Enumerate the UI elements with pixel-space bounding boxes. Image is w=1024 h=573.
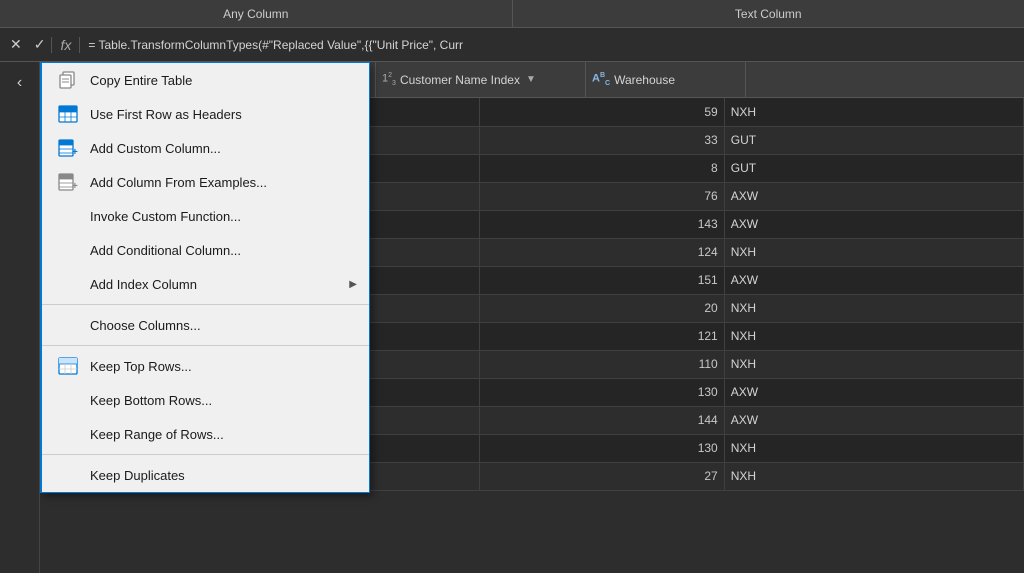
first-row-headers-label: Use First Row as Headers bbox=[90, 107, 357, 122]
warehouse-cell: GUT bbox=[724, 154, 1023, 182]
keep-range-icon bbox=[54, 424, 82, 444]
warehouse-cell: AXW bbox=[724, 182, 1023, 210]
separator-2 bbox=[42, 345, 369, 346]
keep-top-icon bbox=[54, 356, 82, 376]
warehouse-cell: NXH bbox=[724, 294, 1023, 322]
index-cell: 124 bbox=[479, 238, 724, 266]
warehouse-cell: NXH bbox=[724, 322, 1023, 350]
add-custom-col-icon: + bbox=[54, 138, 82, 158]
index-cell: 110 bbox=[479, 350, 724, 378]
index-cell: 143 bbox=[479, 210, 724, 238]
warehouse-cell: NXH bbox=[724, 462, 1023, 490]
warehouse-cell: NXH bbox=[724, 350, 1023, 378]
col-customer-name-index-label: Customer Name Index bbox=[400, 73, 520, 87]
warehouse-cell: AXW bbox=[724, 378, 1023, 406]
index-cell: 20 bbox=[479, 294, 724, 322]
col-warehouse-label: Warehouse bbox=[614, 73, 675, 87]
warehouse-cell: AXW bbox=[724, 406, 1023, 434]
menu-item-first-row-headers[interactable]: Use First Row as Headers bbox=[42, 97, 369, 131]
abc-icon-2: ABC bbox=[592, 72, 610, 87]
index-cell: 76 bbox=[479, 182, 724, 210]
add-custom-col-label: Add Custom Column... bbox=[90, 141, 357, 156]
formula-cancel-button[interactable]: ✕ bbox=[4, 28, 28, 61]
menu-item-invoke-custom-func[interactable]: Invoke Custom Function... bbox=[42, 199, 369, 233]
index-cell: 130 bbox=[479, 434, 724, 462]
add-conditional-label: Add Conditional Column... bbox=[90, 243, 357, 258]
formula-bar: ✕ ✓ fx = Table.TransformColumnTypes(#"Re… bbox=[0, 28, 1024, 62]
add-col-examples-label: Add Column From Examples... bbox=[90, 175, 357, 190]
index-cell: 130 bbox=[479, 378, 724, 406]
menu-item-keep-bottom-rows[interactable]: Keep Bottom Rows... bbox=[42, 383, 369, 417]
add-index-submenu-arrow: ▶ bbox=[349, 279, 357, 290]
123-icon: 123 bbox=[382, 72, 396, 87]
warehouse-cell: NXH bbox=[724, 238, 1023, 266]
separator-3 bbox=[42, 454, 369, 455]
menu-item-add-index-col[interactable]: Add Index Column ▶ bbox=[42, 267, 369, 301]
menu-item-keep-top-rows[interactable]: Keep Top Rows... bbox=[42, 349, 369, 383]
index-cell: 121 bbox=[479, 322, 724, 350]
first-row-headers-icon bbox=[54, 104, 82, 124]
col-warehouse[interactable]: ABC Warehouse bbox=[586, 62, 746, 97]
copy-icon bbox=[54, 70, 82, 90]
warehouse-cell: AXW bbox=[724, 266, 1023, 294]
separator-1 bbox=[42, 304, 369, 305]
keep-bottom-icon bbox=[54, 390, 82, 410]
add-col-examples-icon: + bbox=[54, 172, 82, 192]
main-area: ‹ ▼ ABC Order Number ▼ bbox=[0, 62, 1024, 573]
choose-cols-icon bbox=[54, 315, 82, 335]
index-cell: 33 bbox=[479, 126, 724, 154]
invoke-func-icon bbox=[54, 206, 82, 226]
menu-item-choose-columns[interactable]: Choose Columns... bbox=[42, 308, 369, 342]
formula-text: = Table.TransformColumnTypes(#"Replaced … bbox=[80, 38, 1020, 52]
index-cell: 27 bbox=[479, 462, 724, 490]
index-cell: 59 bbox=[479, 98, 724, 126]
context-menu: Copy Entire Table Use First Row as Heade… bbox=[40, 62, 370, 493]
formula-confirm-button[interactable]: ✓ bbox=[28, 28, 52, 61]
col-customer-name-index[interactable]: 123 Customer Name Index ▼ bbox=[376, 62, 586, 97]
keep-range-label: Keep Range of Rows... bbox=[90, 427, 357, 442]
svg-text:+: + bbox=[72, 147, 78, 157]
fx-label: fx bbox=[51, 37, 80, 53]
menu-item-keep-duplicates[interactable]: Keep Duplicates bbox=[42, 458, 369, 492]
menu-item-add-conditional-col[interactable]: Add Conditional Column... bbox=[42, 233, 369, 267]
invoke-func-label: Invoke Custom Function... bbox=[90, 209, 357, 224]
svg-text:+: + bbox=[72, 181, 78, 191]
text-column-tab[interactable]: Text Column bbox=[513, 0, 1024, 27]
keep-top-label: Keep Top Rows... bbox=[90, 359, 357, 374]
top-bar: Any Column Text Column bbox=[0, 0, 1024, 28]
warehouse-cell: NXH bbox=[724, 98, 1023, 126]
warehouse-cell: NXH bbox=[724, 434, 1023, 462]
add-index-icon bbox=[54, 274, 82, 294]
sidebar: ‹ bbox=[0, 62, 40, 573]
add-index-label: Add Index Column bbox=[90, 277, 349, 292]
choose-cols-label: Choose Columns... bbox=[90, 318, 357, 333]
menu-item-add-col-examples[interactable]: + Add Column From Examples... bbox=[42, 165, 369, 199]
menu-item-add-custom-column[interactable]: + Add Custom Column... bbox=[42, 131, 369, 165]
copy-table-label: Copy Entire Table bbox=[90, 73, 357, 88]
table-area: ▼ ABC Order Number ▼ Order Date ▼ 123 Cu… bbox=[40, 62, 1024, 573]
keep-bottom-label: Keep Bottom Rows... bbox=[90, 393, 357, 408]
sidebar-collapse-button[interactable]: ‹ bbox=[13, 70, 26, 96]
keep-dup-icon bbox=[54, 465, 82, 485]
menu-item-copy-table[interactable]: Copy Entire Table bbox=[42, 63, 369, 97]
any-column-tab[interactable]: Any Column bbox=[0, 0, 513, 27]
warehouse-cell: AXW bbox=[724, 210, 1023, 238]
add-conditional-icon bbox=[54, 240, 82, 260]
menu-item-keep-range-rows[interactable]: Keep Range of Rows... bbox=[42, 417, 369, 451]
customer-index-dropdown[interactable]: ▼ bbox=[526, 74, 536, 85]
keep-dup-label: Keep Duplicates bbox=[90, 468, 357, 483]
index-cell: 144 bbox=[479, 406, 724, 434]
index-cell: 151 bbox=[479, 266, 724, 294]
warehouse-cell: GUT bbox=[724, 126, 1023, 154]
index-cell: 8 bbox=[479, 154, 724, 182]
